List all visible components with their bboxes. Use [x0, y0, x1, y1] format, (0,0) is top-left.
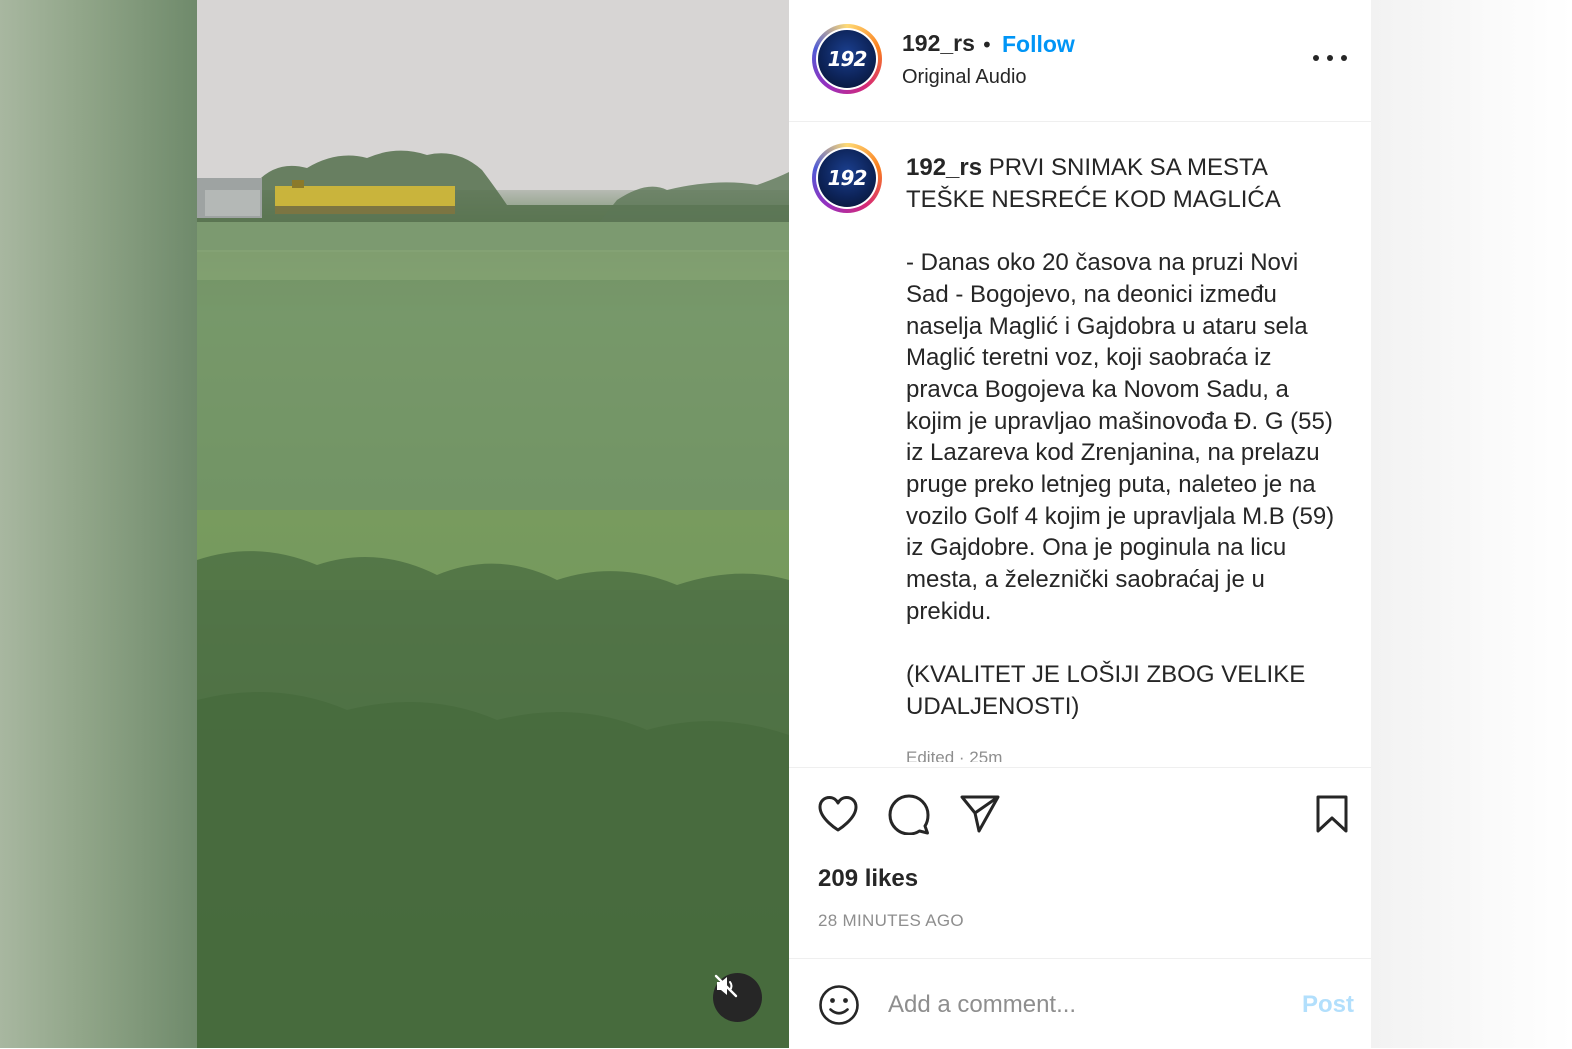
- paper-plane-icon: [960, 795, 1000, 833]
- emoji-icon: [819, 985, 859, 1025]
- comment-button[interactable]: [887, 792, 931, 836]
- post-comment-button[interactable]: Post: [1302, 991, 1354, 1019]
- blurred-backdrop-left: [0, 0, 197, 1048]
- post-timestamp[interactable]: 28 MINUTES AGO: [818, 911, 964, 931]
- backdrop-right: [1371, 0, 1572, 1048]
- action-bar: 209 likes 28 MINUTES AGO: [789, 767, 1371, 958]
- audio-link[interactable]: Original Audio: [902, 66, 1027, 89]
- post-header: 192 192_rs • Follow Original Audio: [789, 0, 1371, 122]
- separator-dot: •: [981, 33, 993, 57]
- emoji-button[interactable]: [817, 983, 861, 1027]
- speaker-muted-icon: [714, 974, 738, 998]
- mute-toggle-button[interactable]: [713, 973, 762, 1022]
- author-avatar[interactable]: 192: [812, 24, 882, 94]
- caption-body: 192_rs PRVI SNIMAK SA MESTA TEŠKE NESREĆ…: [906, 152, 1346, 723]
- caption-username[interactable]: 192_rs: [906, 154, 982, 181]
- post-detail-panel: 192 192_rs • Follow Original Audio 192 1…: [789, 0, 1371, 1048]
- more-options-button[interactable]: [1313, 46, 1347, 70]
- bookmark-icon: [1316, 795, 1348, 833]
- caption-author-avatar[interactable]: 192: [812, 143, 882, 213]
- comment-input[interactable]: [888, 989, 1268, 1021]
- avatar-logo: 192: [818, 149, 876, 207]
- author-username[interactable]: 192_rs: [902, 30, 975, 57]
- reel-video[interactable]: [197, 0, 789, 1048]
- comment-bubble-icon: [888, 794, 930, 835]
- more-options-icon: [1341, 55, 1347, 61]
- caption-section: 192 192_rs PRVI SNIMAK SA MESTA TEŠKE NE…: [789, 122, 1371, 762]
- save-button[interactable]: [1310, 792, 1354, 836]
- edited-timestamp: Edited · 25m: [906, 748, 1003, 762]
- avatar-logo: 192: [818, 30, 876, 88]
- video-frame: [197, 0, 789, 1048]
- like-button[interactable]: [816, 792, 860, 836]
- follow-button[interactable]: Follow: [1002, 31, 1075, 58]
- heart-icon: [818, 796, 858, 832]
- share-button[interactable]: [958, 792, 1002, 836]
- caption-text: PRVI SNIMAK SA MESTA TEŠKE NESREĆE KOD M…: [906, 154, 1335, 720]
- more-options-icon: [1313, 55, 1319, 61]
- comment-bar: Post: [789, 958, 1371, 1049]
- more-options-icon: [1327, 55, 1333, 61]
- like-count[interactable]: 209 likes: [818, 865, 918, 893]
